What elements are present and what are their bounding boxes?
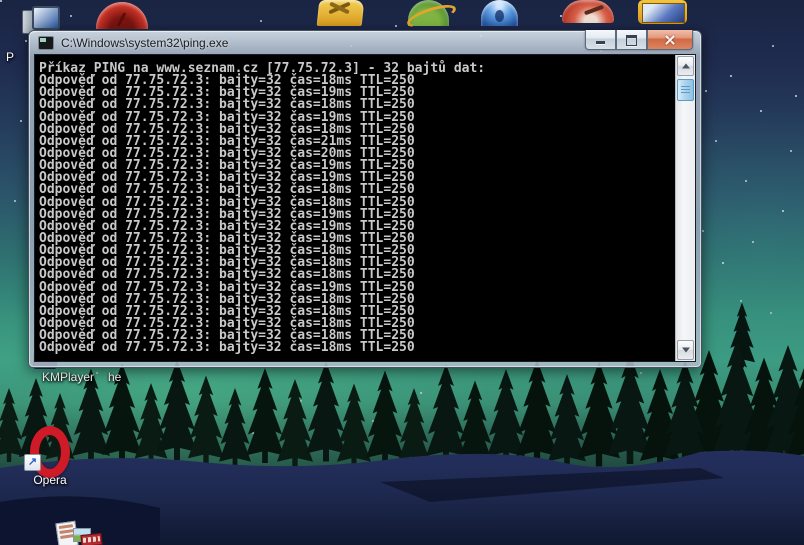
filmstrip-icon [80, 532, 103, 545]
opera-icon-label: Opera [33, 473, 67, 487]
kmplayer-icon-label[interactable]: KMPlayer [42, 370, 94, 384]
scroll-up-arrow-icon [681, 63, 690, 69]
console-window-icon[interactable] [38, 35, 54, 50]
desktop: P KMPlayer he ↗ Opera C:\Windows\system3… [0, 0, 804, 545]
close-button[interactable] [647, 30, 693, 50]
maximize-icon [626, 35, 637, 46]
scroll-down-button[interactable] [677, 340, 694, 360]
desktop-icon-opera[interactable]: ↗ Opera [22, 424, 78, 490]
console-body: Příkaz PING na www.seznam.cz [77.75.72.3… [34, 54, 696, 362]
ping-window: C:\Windows\system32\ping.exe Příkaz PING… [28, 30, 702, 368]
star-field [0, 0, 2, 2]
window-title: C:\Windows\system32\ping.exe [61, 35, 229, 50]
scroll-down-arrow-icon [681, 347, 690, 353]
minimize-button[interactable] [585, 30, 616, 50]
red-disc-icon[interactable] [562, 0, 614, 23]
scroll-thumb-grip-icon [681, 86, 690, 94]
computer-icon[interactable] [22, 6, 60, 34]
console-line: Odpověď od 77.75.72.3: bajty=32 čas=18ms… [39, 340, 415, 356]
monitor-icon[interactable] [638, 0, 687, 24]
toolbox-icon[interactable] [316, 0, 365, 26]
minimize-icon [596, 41, 605, 44]
scroll-thumb[interactable] [677, 79, 694, 101]
scroll-track[interactable] [676, 101, 695, 339]
console-output[interactable]: Příkaz PING na www.seznam.cz [77.75.72.3… [35, 55, 675, 361]
caption-buttons [585, 30, 693, 50]
close-icon [664, 34, 676, 46]
documents-media-icon[interactable] [55, 520, 103, 545]
titlebar[interactable]: C:\Windows\system32\ping.exe [29, 30, 701, 54]
maximize-button[interactable] [616, 30, 647, 50]
scrollbar[interactable] [675, 55, 695, 361]
scroll-up-button[interactable] [677, 56, 694, 76]
icon-label-partial-he[interactable]: he [108, 370, 121, 384]
icon-label-partial-p[interactable]: P [6, 50, 14, 64]
shortcut-arrow-icon: ↗ [24, 454, 41, 471]
